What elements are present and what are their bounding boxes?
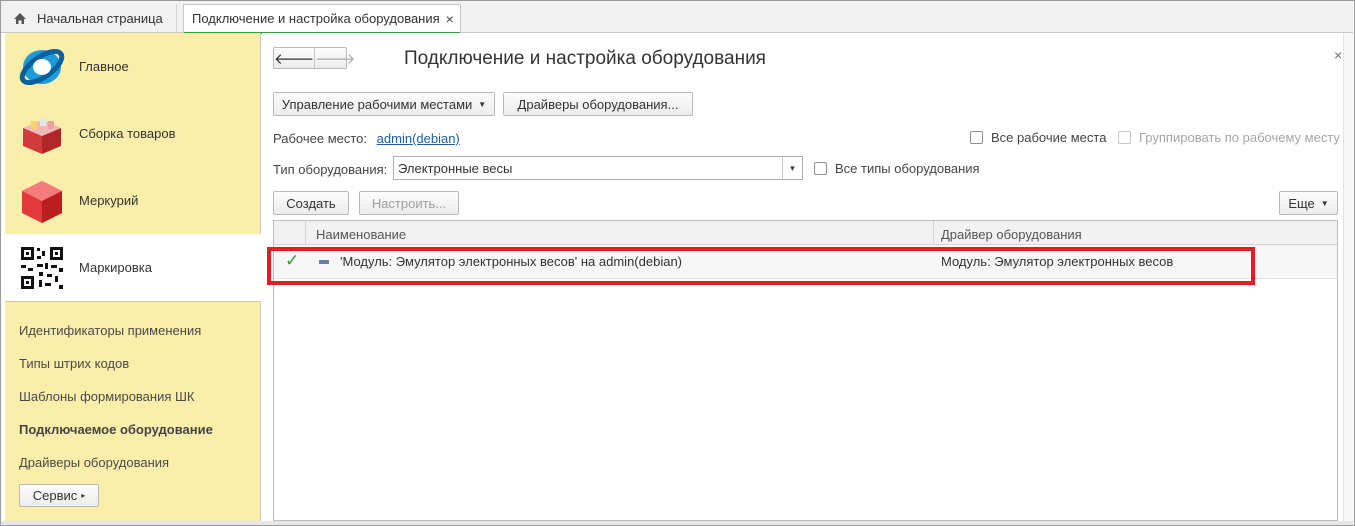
drivers-button-label: Драйверы оборудования... [517, 96, 679, 112]
column-driver-header[interactable]: Драйвер оборудования [941, 227, 1082, 242]
nav-connected-equipment[interactable]: Подключаемое оборудование [19, 422, 213, 437]
all-types-checkbox[interactable]: Все типы оборудования [814, 161, 980, 176]
equipment-type-label: Тип оборудования: [273, 162, 388, 177]
row-driver: Модуль: Эмулятор электронных весов [941, 254, 1174, 269]
column-name-header[interactable]: Наименование [316, 227, 406, 242]
history-nav: 🡐 🡒 [273, 47, 355, 69]
nav-barcode-templates[interactable]: Шаблоны формирования ШК [19, 389, 195, 404]
section-mercury-label: Меркурий [79, 193, 139, 208]
page-title: Подключение и настройка оборудования [404, 48, 766, 69]
more-button[interactable]: Еще ▼ [1279, 191, 1338, 215]
group-by-workplace-checkbox[interactable]: Группировать по рабочему месту [1118, 130, 1340, 145]
main-globe-icon [19, 48, 65, 86]
chevron-right-icon: ▸ [81, 491, 86, 500]
section-marking-label: Маркировка [79, 260, 152, 275]
configure-button-label: Настроить... [371, 195, 447, 211]
qr-code-icon [19, 245, 65, 291]
back-arrow-icon[interactable]: 🡐 [274, 48, 316, 68]
more-button-label: Еще [1288, 195, 1315, 211]
workplace-label: Рабочее место: [273, 131, 368, 146]
nav-equipment-drivers[interactable]: Драйверы оборудования [19, 455, 169, 470]
manage-workplaces-label: Управление рабочими местами [281, 96, 473, 112]
sections-panel: Главное Сборка товаров Меркурий Маркиров… [5, 33, 261, 521]
nav-application-identifiers[interactable]: Идентификаторы применения [19, 323, 201, 338]
bottom-border [1, 521, 1353, 525]
configure-button[interactable]: Настроить... [359, 191, 459, 215]
create-button-label: Создать [286, 195, 336, 211]
workplace-row: Рабочее место: admin(debian) [273, 131, 460, 146]
drivers-button[interactable]: Драйверы оборудования... [503, 92, 693, 116]
table-row[interactable]: ✓ 'Модуль: Эмулятор электронных весов' н… [274, 245, 1337, 279]
equipment-table: Наименование Драйвер оборудования ✓ 'Мод… [273, 220, 1338, 521]
checkmark-icon: ✓ [285, 251, 300, 270]
close-tab-icon[interactable]: × [446, 11, 454, 27]
goods-crate-icon [23, 118, 61, 154]
tab-equipment[interactable]: Подключение и настройка оборудования × [183, 4, 461, 34]
section-mercury[interactable]: Меркурий [5, 167, 261, 234]
main-form: 🡐 🡒 Подключение и настройка оборудования… [262, 33, 1342, 521]
section-goods-assembly[interactable]: Сборка товаров [5, 100, 261, 167]
workplace-link[interactable]: admin(debian) [377, 131, 460, 146]
chevron-down-icon: ▼ [478, 99, 487, 109]
all-types-box[interactable] [814, 162, 827, 175]
section-goods-assembly-label: Сборка товаров [79, 126, 176, 141]
manage-workplaces-button[interactable]: Управление рабочими местами ▼ [273, 92, 495, 116]
dropdown-arrow-icon[interactable]: ▼ [782, 157, 802, 179]
sidebar-divider [5, 301, 261, 302]
all-workplaces-checkbox[interactable]: Все рабочие места [970, 130, 1106, 145]
tab-bar: Начальная страница Подключение и настрой… [1, 1, 1353, 34]
section-main-label: Главное [79, 59, 129, 74]
table-header: Наименование Драйвер оборудования [274, 221, 1337, 245]
column-separator [933, 221, 934, 245]
chevron-down-icon: ▼ [1320, 198, 1329, 208]
forward-arrow-icon[interactable]: 🡒 [315, 48, 355, 68]
equipment-type-select[interactable]: Электронные весы ▼ [393, 156, 803, 180]
all-workplaces-label: Все рабочие места [991, 130, 1107, 145]
home-icon [14, 12, 26, 24]
tab-equipment-label: Подключение и настройка оборудования [192, 11, 440, 26]
vertical-scrollbar[interactable] [1343, 33, 1353, 521]
nav-barcode-types[interactable]: Типы штрих кодов [19, 356, 129, 371]
mercury-cube-icon [22, 181, 62, 223]
all-workplaces-box[interactable] [970, 131, 983, 144]
group-by-workplace-label: Группировать по рабочему месту [1139, 130, 1340, 145]
item-marker-icon [319, 260, 329, 264]
equipment-type-value: Электронные весы [398, 160, 513, 176]
close-form-icon[interactable]: × [1334, 47, 1342, 63]
service-button-label: Сервис [32, 488, 78, 503]
group-by-workplace-box[interactable] [1118, 131, 1131, 144]
all-types-label: Все типы оборудования [835, 161, 980, 176]
section-main[interactable]: Главное [5, 33, 261, 100]
service-button[interactable]: Сервис ▸ [19, 484, 99, 507]
section-marking[interactable]: Маркировка [5, 234, 261, 301]
tab-home-label: Начальная страница [37, 10, 163, 26]
column-separator [305, 221, 306, 245]
create-button[interactable]: Создать [273, 191, 349, 215]
row-name: 'Модуль: Эмулятор электронных весов' на … [340, 254, 682, 269]
tab-home[interactable]: Начальная страница [5, 4, 177, 32]
